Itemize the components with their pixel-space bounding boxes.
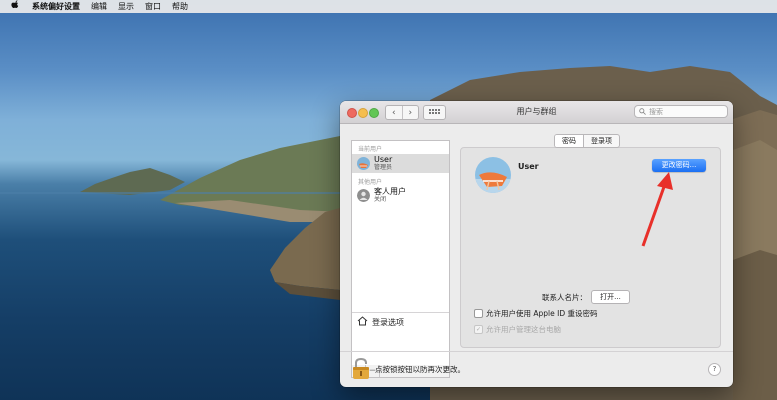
tab-login-items[interactable]: 登录项	[584, 135, 619, 147]
help-button[interactable]: ?	[708, 363, 721, 376]
tab-bar: 密码 登录项	[554, 134, 620, 148]
sidebar-user-role: 管理员	[374, 163, 393, 171]
menu-system-preferences[interactable]: 系统偏好设置	[32, 1, 80, 12]
user-name-label: User	[518, 162, 539, 171]
user-avatar-small	[357, 157, 370, 170]
login-options-label: 登录选项	[372, 317, 404, 327]
guest-avatar-icon	[357, 189, 370, 202]
section-current-users: 当前用户	[358, 146, 383, 153]
apple-id-reset-row[interactable]: 允许用户使用 Apple ID 重设密码	[474, 308, 598, 319]
section-other-users: 其他用户	[358, 179, 383, 186]
house-icon	[357, 316, 368, 328]
lock-icon[interactable]	[352, 357, 370, 382]
lock-hint-text: 点按锁按钮以防再次更改。	[375, 365, 465, 374]
change-password-button[interactable]: 更改密码...	[652, 159, 706, 172]
chevron-right-icon[interactable]: ›	[403, 106, 419, 119]
menu-help[interactable]: 帮助	[172, 1, 188, 12]
admin-checkbox: ✓	[474, 325, 483, 334]
admin-label: 允许用户管理这台电脑	[486, 325, 561, 334]
close-window-button[interactable]	[347, 108, 357, 118]
bottom-divider	[340, 351, 733, 352]
sidebar-item-guest[interactable]: 客人用户 关闭	[352, 186, 449, 205]
guest-user-name: 客人用户	[374, 186, 406, 196]
user-list-sidebar: 当前用户 User 管理员 其他用户 客人用户 关闭 登录选项	[351, 140, 450, 366]
menu-view[interactable]: 显示	[118, 1, 134, 12]
menu-bar: 系统偏好设置 编辑 显示 窗口 帮助	[0, 0, 777, 13]
grid-icon[interactable]	[423, 105, 446, 120]
menu-edit[interactable]: 编辑	[91, 1, 107, 12]
search-input[interactable]	[646, 107, 725, 116]
apple-id-reset-label: 允许用户使用 Apple ID 重设密码	[486, 309, 598, 318]
chevron-left-icon[interactable]: ‹	[386, 106, 403, 119]
sidebar-item-user[interactable]: User 管理员	[352, 154, 449, 173]
menu-window[interactable]: 窗口	[145, 1, 161, 12]
minimize-window-button[interactable]	[358, 108, 368, 118]
search-field[interactable]	[634, 105, 728, 118]
search-icon	[639, 108, 646, 115]
users-groups-window: 用户与群组 ‹ › 当前用户 Use	[340, 101, 733, 387]
apple-id-reset-checkbox[interactable]	[474, 309, 483, 318]
contact-card-label: 联系人名片：	[542, 293, 587, 302]
user-avatar-large[interactable]	[475, 157, 511, 193]
sidebar-user-name: User	[374, 154, 393, 164]
login-options-item[interactable]: 登录选项	[352, 312, 449, 331]
open-contact-button[interactable]: 打开...	[591, 290, 630, 304]
admin-row: ✓ 允许用户管理这台电脑	[474, 324, 561, 335]
nav-buttons: ‹ ›	[385, 105, 419, 120]
zoom-window-button[interactable]	[369, 108, 379, 118]
apple-logo-icon[interactable]	[10, 0, 22, 13]
title-bar[interactable]: 用户与群组 ‹ ›	[340, 101, 733, 124]
guest-user-status: 关闭	[374, 195, 387, 203]
tab-password[interactable]: 密码	[555, 135, 584, 147]
